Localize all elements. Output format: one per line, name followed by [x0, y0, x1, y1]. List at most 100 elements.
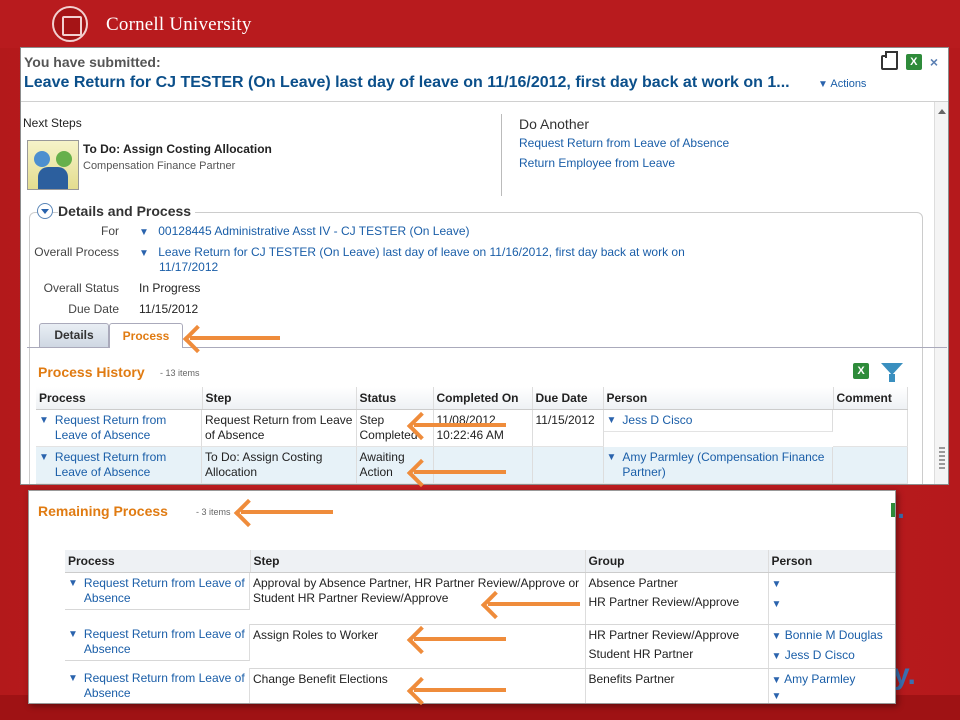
overall-process-value[interactable]: ▼ Leave Return for CJ TESTER (On Leave) … — [139, 245, 685, 259]
cornell-seal-icon — [52, 6, 88, 42]
comment-cell — [833, 409, 908, 447]
due-cell — [532, 446, 604, 484]
annotation-arrow — [414, 470, 506, 474]
close-icon[interactable]: × — [930, 54, 938, 70]
excel-icon[interactable]: X — [853, 363, 869, 379]
column-header[interactable]: Comment — [833, 387, 908, 410]
background-text-fragment: . — [897, 493, 905, 524]
person-cell[interactable]: ▼ Amy Parmley ▼ — [768, 668, 895, 703]
dropdown-caret-icon: ▼ — [818, 79, 828, 90]
excel-icon[interactable]: X — [905, 54, 922, 70]
tab-details[interactable]: Details — [39, 323, 109, 347]
dropdown-caret-icon: ▼ — [606, 451, 617, 463]
dropdown-caret-icon: ▼ — [68, 577, 78, 589]
remaining-process-count: - 3 items — [196, 507, 231, 517]
remaining-process-panel: Remaining Process - 3 items Process Step… — [28, 490, 896, 704]
column-header[interactable]: Group — [585, 550, 769, 573]
actions-menu[interactable]: ▼ Actions — [818, 78, 866, 90]
divider — [501, 114, 502, 196]
person-cell[interactable]: ▼ Jess D Cisco — [603, 409, 833, 432]
actions-label: Actions — [830, 78, 867, 90]
table-row: ▼ Request Return from Leave of Absence A… — [65, 624, 895, 669]
overall-status-label: Overall Status — [43, 281, 119, 295]
completed-cell — [433, 446, 533, 484]
remaining-process-table: Process Step Group Person ▼ Request Retu… — [65, 550, 895, 703]
completed-cell: 11/08/2012 10:22:46 AM — [433, 409, 533, 447]
dropdown-caret-icon: ▼ — [606, 414, 617, 426]
window-header: You have submitted: Leave Return for CJ … — [21, 48, 948, 102]
dropdown-caret-icon: ▼ — [139, 227, 149, 238]
column-header[interactable]: Process — [65, 550, 251, 573]
header-icons: X × — [880, 50, 938, 70]
due-date-value: 11/15/2012 — [139, 302, 199, 316]
annotation-arrow — [241, 510, 333, 514]
column-header[interactable]: Due Date — [532, 387, 604, 410]
todo-role: Compensation Finance Partner — [83, 160, 236, 172]
remaining-process-title: Remaining Process — [38, 503, 168, 519]
column-header[interactable]: Status — [356, 387, 434, 410]
step-cell: Approval by Absence Partner, HR Partner … — [250, 572, 586, 625]
do-another-link[interactable]: Return Employee from Leave — [519, 156, 675, 170]
process-cell[interactable]: ▼ Request Return from Leave of Absence — [65, 668, 250, 703]
todo-title[interactable]: To Do: Assign Costing Allocation — [83, 142, 272, 156]
background-text-fragment: y. — [893, 658, 916, 691]
for-label: For — [101, 224, 119, 238]
column-header[interactable]: Completed On — [433, 387, 533, 410]
process-history-title: Process History — [38, 364, 145, 380]
due-cell: 11/15/2012 — [532, 409, 604, 447]
process-cell[interactable]: ▼ Request Return from Leave of Absence — [65, 624, 250, 661]
for-value[interactable]: ▼ 00128445 Administrative Asst IV - CJ T… — [139, 224, 470, 238]
window-title[interactable]: Leave Return for CJ TESTER (On Leave) la… — [24, 74, 790, 92]
group-cell: HR Partner Review/Approve Student HR Par… — [585, 624, 769, 669]
step-cell: Request Return from Leave of Absence — [202, 409, 357, 447]
print-icon[interactable] — [880, 50, 898, 70]
dropdown-caret-icon: ▼ — [771, 650, 782, 662]
overall-process-label: Overall Process — [34, 245, 119, 259]
filter-icon[interactable] — [881, 363, 903, 382]
process-cell[interactable]: ▼ Request Return from Leave of Absence — [36, 446, 202, 484]
person-cell[interactable]: ▼ Amy Parmley (Compensation Finance Part… — [603, 446, 833, 484]
collapse-toggle-icon[interactable] — [37, 203, 53, 219]
table-row: ▼ Request Return from Leave of Absence C… — [65, 668, 895, 703]
due-date-label: Due Date — [68, 302, 119, 316]
column-header[interactable]: Process — [36, 387, 203, 410]
people-task-icon — [27, 140, 79, 190]
dropdown-caret-icon: ▼ — [771, 674, 782, 686]
column-header[interactable]: Step — [250, 550, 586, 573]
overall-process-value-cont[interactable]: 11/17/2012 — [159, 260, 218, 274]
dropdown-caret-icon: ▼ — [771, 630, 782, 642]
annotation-arrow — [414, 688, 506, 692]
table-row: ▼ Request Return from Leave of Absence A… — [65, 572, 895, 625]
dropdown-caret-icon: ▼ — [771, 598, 782, 610]
group-cell: Benefits Partner — [585, 668, 769, 703]
excel-icon-partial[interactable] — [891, 503, 895, 517]
annotation-arrow — [414, 423, 506, 427]
annotation-arrow — [488, 602, 580, 606]
annotation-arrow — [414, 637, 506, 641]
do-another-link[interactable]: Request Return from Leave of Absence — [519, 136, 729, 150]
group-cell: Absence Partner HR Partner Review/Approv… — [585, 572, 769, 625]
dropdown-caret-icon: ▼ — [139, 248, 149, 259]
column-header[interactable]: Person — [768, 550, 895, 573]
dropdown-caret-icon: ▼ — [771, 690, 782, 702]
scroll-up-icon[interactable] — [938, 105, 946, 114]
next-steps-label: Next Steps — [23, 116, 82, 130]
table-row: ▼ Request Return from Leave of Absence T… — [36, 446, 908, 484]
dropdown-caret-icon: ▼ — [771, 578, 782, 590]
overall-status-value: In Progress — [139, 281, 201, 295]
comment-cell — [833, 446, 908, 484]
person-cell[interactable]: ▼ ▼ — [768, 572, 895, 625]
submitted-label: You have submitted: — [24, 54, 161, 70]
process-cell[interactable]: ▼ Request Return from Leave of Absence — [36, 409, 202, 447]
details-section-title: Details and Process — [58, 203, 196, 219]
column-header[interactable]: Step — [202, 387, 357, 410]
tab-process[interactable]: Process — [109, 323, 183, 348]
process-history-count: - 13 items — [160, 368, 200, 378]
submission-window: You have submitted: Leave Return for CJ … — [20, 47, 949, 485]
step-cell: To Do: Assign Costing Allocation — [202, 446, 357, 484]
person-cell[interactable]: ▼ Bonnie M Douglas ▼ Jess D Cisco — [768, 624, 895, 669]
dropdown-caret-icon: ▼ — [68, 673, 78, 684]
process-cell[interactable]: ▼ Request Return from Leave of Absence — [65, 572, 250, 610]
dropdown-caret-icon: ▼ — [39, 414, 49, 426]
column-header[interactable]: Person — [603, 387, 834, 410]
